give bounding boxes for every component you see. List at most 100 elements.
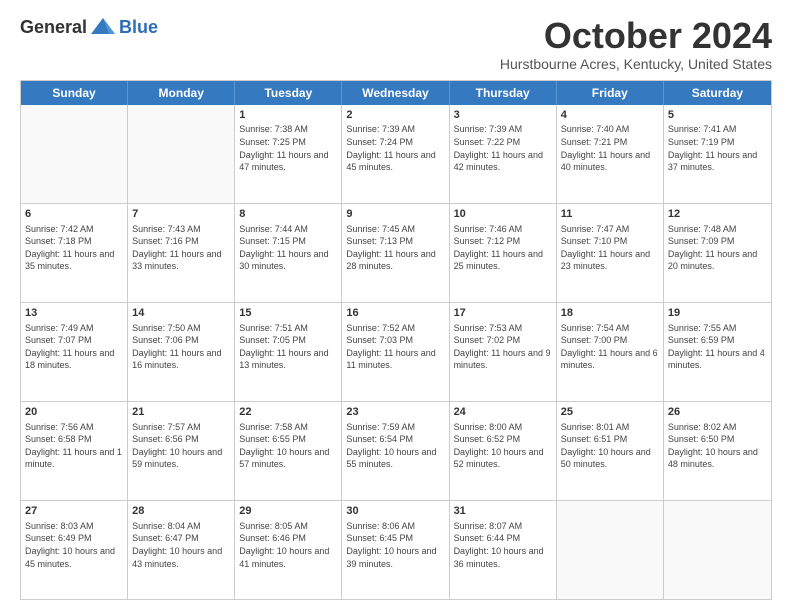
cell-info: Sunrise: 7:44 AM Sunset: 7:15 PM Dayligh… — [239, 223, 337, 273]
cal-cell-4-7: 26Sunrise: 8:02 AM Sunset: 6:50 PM Dayli… — [664, 402, 771, 500]
cell-info: Sunrise: 8:05 AM Sunset: 6:46 PM Dayligh… — [239, 520, 337, 570]
location: Hurstbourne Acres, Kentucky, United Stat… — [500, 56, 772, 72]
cal-week-2: 6Sunrise: 7:42 AM Sunset: 7:18 PM Daylig… — [21, 203, 771, 302]
cell-info: Sunrise: 7:58 AM Sunset: 6:55 PM Dayligh… — [239, 421, 337, 471]
logo-general: General — [20, 17, 87, 38]
cell-info: Sunrise: 7:54 AM Sunset: 7:00 PM Dayligh… — [561, 322, 659, 372]
cal-cell-3-3: 15Sunrise: 7:51 AM Sunset: 7:05 PM Dayli… — [235, 303, 342, 401]
cal-cell-3-7: 19Sunrise: 7:55 AM Sunset: 6:59 PM Dayli… — [664, 303, 771, 401]
day-number: 6 — [25, 207, 123, 222]
cal-cell-2-2: 7Sunrise: 7:43 AM Sunset: 7:16 PM Daylig… — [128, 204, 235, 302]
cal-cell-5-3: 29Sunrise: 8:05 AM Sunset: 6:46 PM Dayli… — [235, 501, 342, 599]
cell-info: Sunrise: 7:52 AM Sunset: 7:03 PM Dayligh… — [346, 322, 444, 372]
cell-info: Sunrise: 7:39 AM Sunset: 7:22 PM Dayligh… — [454, 123, 552, 173]
header-tuesday: Tuesday — [235, 81, 342, 105]
cal-cell-5-5: 31Sunrise: 8:07 AM Sunset: 6:44 PM Dayli… — [450, 501, 557, 599]
cell-info: Sunrise: 7:40 AM Sunset: 7:21 PM Dayligh… — [561, 123, 659, 173]
day-number: 27 — [25, 504, 123, 519]
day-number: 5 — [668, 108, 767, 123]
cell-info: Sunrise: 7:55 AM Sunset: 6:59 PM Dayligh… — [668, 322, 767, 372]
cal-cell-2-1: 6Sunrise: 7:42 AM Sunset: 7:18 PM Daylig… — [21, 204, 128, 302]
day-number: 14 — [132, 306, 230, 321]
cal-cell-1-5: 3Sunrise: 7:39 AM Sunset: 7:22 PM Daylig… — [450, 105, 557, 203]
day-number: 10 — [454, 207, 552, 222]
cell-info: Sunrise: 7:51 AM Sunset: 7:05 PM Dayligh… — [239, 322, 337, 372]
cal-cell-4-5: 24Sunrise: 8:00 AM Sunset: 6:52 PM Dayli… — [450, 402, 557, 500]
logo: General Blue — [20, 16, 158, 38]
cal-cell-1-1 — [21, 105, 128, 203]
cell-info: Sunrise: 8:03 AM Sunset: 6:49 PM Dayligh… — [25, 520, 123, 570]
cell-info: Sunrise: 8:01 AM Sunset: 6:51 PM Dayligh… — [561, 421, 659, 471]
cal-cell-3-4: 16Sunrise: 7:52 AM Sunset: 7:03 PM Dayli… — [342, 303, 449, 401]
cell-info: Sunrise: 7:41 AM Sunset: 7:19 PM Dayligh… — [668, 123, 767, 173]
cal-cell-1-3: 1Sunrise: 7:38 AM Sunset: 7:25 PM Daylig… — [235, 105, 342, 203]
day-number: 21 — [132, 405, 230, 420]
header-saturday: Saturday — [664, 81, 771, 105]
cal-week-3: 13Sunrise: 7:49 AM Sunset: 7:07 PM Dayli… — [21, 302, 771, 401]
cal-week-5: 27Sunrise: 8:03 AM Sunset: 6:49 PM Dayli… — [21, 500, 771, 599]
calendar: Sunday Monday Tuesday Wednesday Thursday… — [20, 80, 772, 600]
header-monday: Monday — [128, 81, 235, 105]
cell-info: Sunrise: 7:38 AM Sunset: 7:25 PM Dayligh… — [239, 123, 337, 173]
cal-cell-4-4: 23Sunrise: 7:59 AM Sunset: 6:54 PM Dayli… — [342, 402, 449, 500]
cell-info: Sunrise: 8:06 AM Sunset: 6:45 PM Dayligh… — [346, 520, 444, 570]
cell-info: Sunrise: 7:47 AM Sunset: 7:10 PM Dayligh… — [561, 223, 659, 273]
cal-cell-2-5: 10Sunrise: 7:46 AM Sunset: 7:12 PM Dayli… — [450, 204, 557, 302]
cell-info: Sunrise: 7:53 AM Sunset: 7:02 PM Dayligh… — [454, 322, 552, 372]
cell-info: Sunrise: 7:42 AM Sunset: 7:18 PM Dayligh… — [25, 223, 123, 273]
cal-cell-1-2 — [128, 105, 235, 203]
cal-cell-1-6: 4Sunrise: 7:40 AM Sunset: 7:21 PM Daylig… — [557, 105, 664, 203]
day-number: 11 — [561, 207, 659, 222]
cell-info: Sunrise: 7:46 AM Sunset: 7:12 PM Dayligh… — [454, 223, 552, 273]
cell-info: Sunrise: 7:39 AM Sunset: 7:24 PM Dayligh… — [346, 123, 444, 173]
calendar-body: 1Sunrise: 7:38 AM Sunset: 7:25 PM Daylig… — [21, 105, 771, 599]
cal-cell-1-4: 2Sunrise: 7:39 AM Sunset: 7:24 PM Daylig… — [342, 105, 449, 203]
day-number: 22 — [239, 405, 337, 420]
cell-info: Sunrise: 7:56 AM Sunset: 6:58 PM Dayligh… — [25, 421, 123, 471]
day-number: 28 — [132, 504, 230, 519]
cal-cell-4-3: 22Sunrise: 7:58 AM Sunset: 6:55 PM Dayli… — [235, 402, 342, 500]
day-number: 30 — [346, 504, 444, 519]
logo-blue: Blue — [119, 17, 158, 38]
day-number: 16 — [346, 306, 444, 321]
day-number: 31 — [454, 504, 552, 519]
day-number: 1 — [239, 108, 337, 123]
header-sunday: Sunday — [21, 81, 128, 105]
day-number: 12 — [668, 207, 767, 222]
day-number: 3 — [454, 108, 552, 123]
cell-info: Sunrise: 7:50 AM Sunset: 7:06 PM Dayligh… — [132, 322, 230, 372]
cal-cell-3-1: 13Sunrise: 7:49 AM Sunset: 7:07 PM Dayli… — [21, 303, 128, 401]
cal-cell-4-1: 20Sunrise: 7:56 AM Sunset: 6:58 PM Dayli… — [21, 402, 128, 500]
cal-cell-5-1: 27Sunrise: 8:03 AM Sunset: 6:49 PM Dayli… — [21, 501, 128, 599]
cal-cell-2-7: 12Sunrise: 7:48 AM Sunset: 7:09 PM Dayli… — [664, 204, 771, 302]
day-number: 9 — [346, 207, 444, 222]
cal-cell-5-7 — [664, 501, 771, 599]
cal-cell-4-2: 21Sunrise: 7:57 AM Sunset: 6:56 PM Dayli… — [128, 402, 235, 500]
day-number: 19 — [668, 306, 767, 321]
cal-cell-1-7: 5Sunrise: 7:41 AM Sunset: 7:19 PM Daylig… — [664, 105, 771, 203]
cell-info: Sunrise: 7:59 AM Sunset: 6:54 PM Dayligh… — [346, 421, 444, 471]
page: General Blue October 2024 Hurstbourne Ac… — [0, 0, 792, 612]
day-number: 29 — [239, 504, 337, 519]
cell-info: Sunrise: 8:00 AM Sunset: 6:52 PM Dayligh… — [454, 421, 552, 471]
header-thursday: Thursday — [450, 81, 557, 105]
cal-cell-2-3: 8Sunrise: 7:44 AM Sunset: 7:15 PM Daylig… — [235, 204, 342, 302]
cal-cell-4-6: 25Sunrise: 8:01 AM Sunset: 6:51 PM Dayli… — [557, 402, 664, 500]
cell-info: Sunrise: 7:57 AM Sunset: 6:56 PM Dayligh… — [132, 421, 230, 471]
cell-info: Sunrise: 7:43 AM Sunset: 7:16 PM Dayligh… — [132, 223, 230, 273]
day-number: 23 — [346, 405, 444, 420]
cal-cell-3-5: 17Sunrise: 7:53 AM Sunset: 7:02 PM Dayli… — [450, 303, 557, 401]
logo-icon — [89, 16, 117, 38]
cal-cell-5-4: 30Sunrise: 8:06 AM Sunset: 6:45 PM Dayli… — [342, 501, 449, 599]
cell-info: Sunrise: 7:49 AM Sunset: 7:07 PM Dayligh… — [25, 322, 123, 372]
cal-cell-3-2: 14Sunrise: 7:50 AM Sunset: 7:06 PM Dayli… — [128, 303, 235, 401]
month-title: October 2024 — [500, 16, 772, 56]
day-number: 25 — [561, 405, 659, 420]
title-block: October 2024 Hurstbourne Acres, Kentucky… — [500, 16, 772, 72]
cal-cell-2-6: 11Sunrise: 7:47 AM Sunset: 7:10 PM Dayli… — [557, 204, 664, 302]
day-number: 24 — [454, 405, 552, 420]
calendar-header: Sunday Monday Tuesday Wednesday Thursday… — [21, 81, 771, 105]
header-wednesday: Wednesday — [342, 81, 449, 105]
cell-info: Sunrise: 8:07 AM Sunset: 6:44 PM Dayligh… — [454, 520, 552, 570]
cal-cell-3-6: 18Sunrise: 7:54 AM Sunset: 7:00 PM Dayli… — [557, 303, 664, 401]
